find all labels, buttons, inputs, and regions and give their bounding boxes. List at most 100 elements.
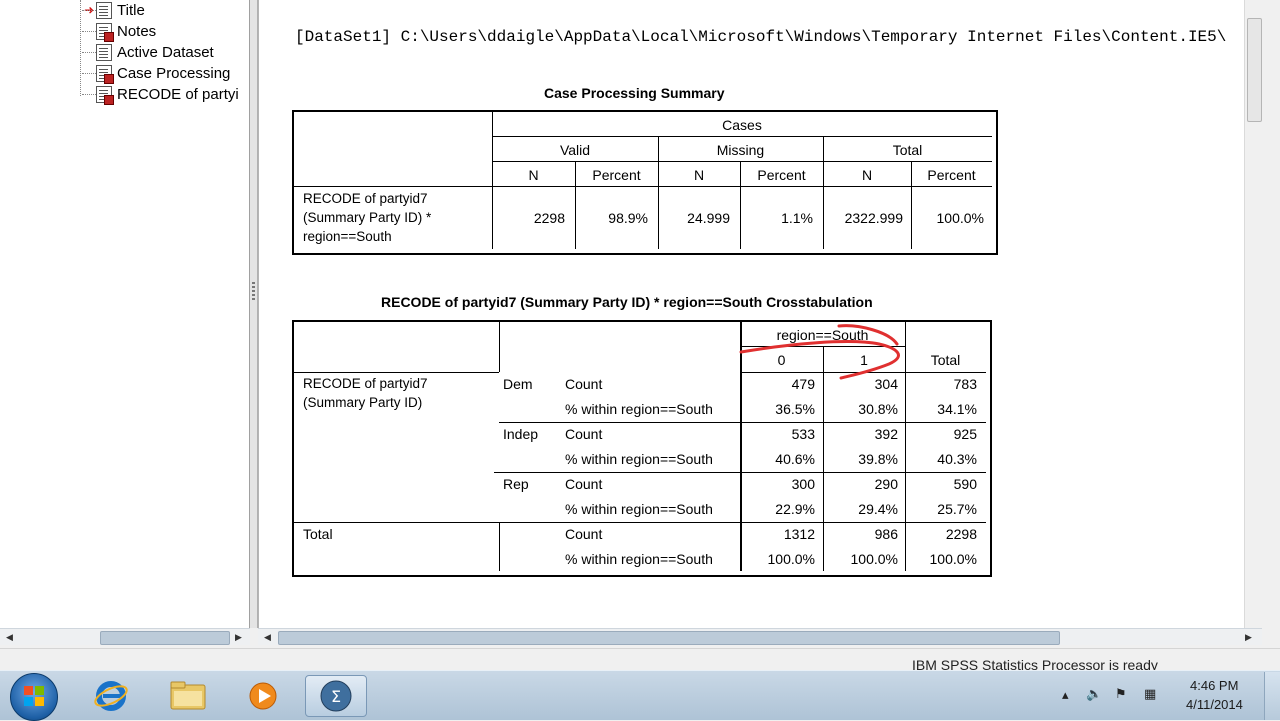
viewer-horizontal-scrollbar[interactable]: ◀ ▶: [258, 628, 1262, 645]
cell-value: 30.8%: [858, 401, 898, 417]
cell-value: 100.0%: [929, 551, 977, 567]
cell-value: 34.1%: [937, 401, 977, 417]
speaker-icon[interactable]: 🔈: [1086, 686, 1102, 702]
cell-value: 100.0%: [767, 551, 815, 567]
windows-taskbar: Σ ▴ 🔈 ⚑ ▦: [0, 670, 1280, 721]
clock-time[interactable]: 4:46 PM: [1190, 678, 1238, 693]
cell-value: 2298: [945, 526, 977, 542]
dataset-path-text: [DataSet1] C:\Users\ddaigle\AppData\Loca…: [295, 28, 1227, 46]
nav-item-label: Notes: [117, 23, 157, 40]
cell-value: 36.5%: [775, 401, 815, 417]
nav-item-label: Case Processing: [117, 65, 231, 82]
nav-item-title[interactable]: Title: [82, 0, 145, 21]
missing-percent-value: 1.1%: [781, 210, 813, 226]
cell-value: 25.7%: [937, 501, 977, 517]
count-label: Count: [565, 426, 603, 442]
start-button[interactable]: [10, 673, 58, 721]
cell-value: 39.8%: [858, 451, 898, 467]
pct-within-label: % within region==South: [565, 451, 713, 467]
taskbar-internet-explorer[interactable]: [80, 675, 142, 717]
pct-within-label: % within region==South: [565, 401, 713, 417]
row-label-dem: Dem: [503, 376, 533, 392]
nav-item-label: Title: [117, 2, 145, 19]
scroll-thumb[interactable]: [1247, 18, 1262, 122]
count-label: Count: [565, 376, 603, 392]
crosstab-title: RECODE of partyid7 (Summary Party ID) * …: [381, 294, 873, 310]
clock-date[interactable]: 4/11/2014: [1186, 697, 1243, 712]
cell-value: 986: [874, 526, 898, 542]
percent-header: Percent: [927, 167, 976, 183]
taskbar-file-explorer[interactable]: [157, 675, 219, 717]
cell-value: 300: [791, 476, 815, 492]
missing-n-value: 24.999: [687, 210, 730, 226]
splitter-grip-icon[interactable]: [252, 282, 255, 300]
show-desktop-button[interactable]: [1264, 672, 1280, 720]
cell-value: 40.6%: [775, 451, 815, 467]
count-label: Count: [565, 476, 603, 492]
cell-value: 290: [874, 476, 898, 492]
nav-item-recode-crosstab[interactable]: RECODE of partyi: [82, 84, 239, 105]
missing-header: Missing: [716, 142, 765, 158]
scroll-right-icon[interactable]: ▶: [1242, 631, 1255, 643]
nav-item-case-processing[interactable]: Case Processing: [82, 63, 230, 84]
log-icon: [96, 44, 112, 61]
notes-icon: [96, 23, 114, 42]
row-label-indep: Indep: [503, 426, 539, 442]
taskbar-spss-statistics[interactable]: Σ: [305, 675, 367, 717]
output-viewer: [DataSet1] C:\Users\ddaigle\AppData\Loca…: [258, 0, 1262, 628]
media-player-icon: [249, 682, 277, 710]
case-processing-title: Case Processing Summary: [544, 85, 725, 101]
row-variable-label: RECODE of partyid7 (Summary Party ID): [303, 376, 428, 410]
internet-explorer-icon: [94, 681, 128, 711]
n-header: N: [693, 167, 705, 183]
percent-header: Percent: [592, 167, 641, 183]
nav-item-label: RECODE of partyi: [117, 86, 239, 103]
cell-value: 392: [874, 426, 898, 442]
scroll-thumb[interactable]: [278, 631, 1060, 645]
valid-header: Valid: [559, 142, 591, 158]
cell-value: 100.0%: [850, 551, 898, 567]
status-bar: IBM SPSS Statistics Processor is ready: [0, 648, 1280, 673]
row-label-rep: Rep: [503, 476, 529, 492]
pct-within-label: % within region==South: [565, 551, 713, 567]
cell-value: 925: [953, 426, 977, 442]
cell-value: 1312: [783, 526, 815, 542]
cases-header: Cases: [722, 117, 762, 133]
red-annotation-arrow: [739, 324, 900, 380]
n-header: N: [861, 167, 873, 183]
row-label: RECODE of partyid7 (Summary Party ID) * …: [303, 191, 432, 244]
document-icon: [96, 2, 112, 19]
tree-connector: [80, 0, 81, 96]
show-hidden-icons-icon[interactable]: ▴: [1062, 687, 1069, 703]
windows-flag-icon: [24, 686, 44, 706]
table-icon: [96, 65, 114, 84]
scroll-right-icon[interactable]: ▶: [232, 631, 245, 643]
total-n-value: 2322.999: [844, 210, 903, 226]
scroll-left-icon[interactable]: ◀: [261, 631, 274, 643]
table-icon: [96, 86, 114, 105]
cell-value: 40.3%: [937, 451, 977, 467]
total-header: Total: [892, 142, 923, 158]
taskbar-media-player[interactable]: [232, 675, 294, 717]
scroll-thumb[interactable]: [100, 631, 230, 645]
count-label: Count: [565, 526, 603, 542]
valid-n-value: 2298: [533, 210, 565, 226]
cell-value: 22.9%: [775, 501, 815, 517]
scrollbar-corner: [1262, 628, 1280, 648]
scroll-left-icon[interactable]: ◀: [3, 631, 16, 643]
navigator-horizontal-scrollbar[interactable]: ◀ ▶: [0, 628, 250, 645]
viewer-vertical-scrollbar[interactable]: [1244, 0, 1262, 628]
network-icon[interactable]: ▦: [1144, 686, 1156, 702]
cell-value: 590: [953, 476, 977, 492]
output-navigator: ➜ Title Notes Active Dataset Case Proces…: [0, 0, 250, 628]
nav-item-active-dataset[interactable]: Active Dataset: [82, 42, 214, 63]
action-center-flag-icon[interactable]: ⚑: [1115, 686, 1127, 702]
percent-header: Percent: [757, 167, 806, 183]
folder-icon: [170, 681, 206, 710]
case-processing-table[interactable]: Cases Valid Missing Total N Percent N Pe…: [292, 110, 998, 255]
nav-item-notes[interactable]: Notes: [82, 21, 156, 42]
pane-splitter[interactable]: [250, 0, 258, 628]
svg-text:Σ: Σ: [331, 687, 341, 706]
n-header: N: [528, 167, 539, 183]
total-row-label: Total: [303, 526, 333, 542]
